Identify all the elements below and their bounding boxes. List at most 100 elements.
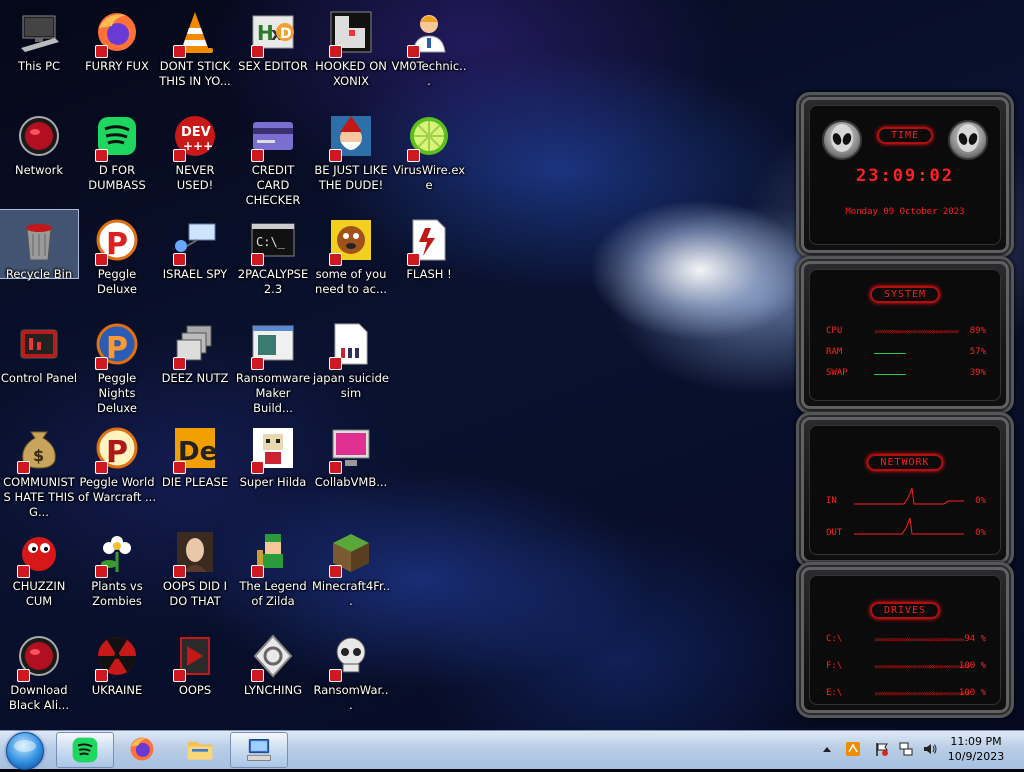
desktop-icon-die-please[interactable]: De DIE PLEASE bbox=[156, 418, 234, 490]
desktop-icon-label: 2PACALYPSE 2.3 bbox=[237, 267, 309, 296]
network-out-label: OUT bbox=[826, 528, 843, 538]
desktop-icon-lynching[interactable]: LYNCHING bbox=[234, 626, 312, 698]
action-center-flag-icon[interactable] bbox=[874, 741, 890, 757]
desktop-icon-minecraft4fr[interactable]: Minecraft4Fr... bbox=[312, 522, 390, 609]
desktop-icon-super-hilda[interactable]: Super Hilda bbox=[234, 418, 312, 490]
shortcut-arrow-icon bbox=[251, 45, 264, 58]
shortcut-arrow-icon bbox=[329, 669, 342, 682]
desktop-icon-label: BE JUST LIKE THE DUDE! bbox=[314, 163, 388, 192]
shortcut-arrow-icon bbox=[95, 253, 108, 266]
system-label: SWAP bbox=[826, 368, 848, 378]
desktop-icon-recycle-bin[interactable]: Recycle Bin bbox=[0, 209, 79, 281]
vm-taskbar-button[interactable] bbox=[230, 732, 288, 768]
chuzzle-red-icon bbox=[15, 528, 63, 578]
pixel-character-icon bbox=[249, 424, 297, 474]
system-label: CPU bbox=[826, 326, 843, 336]
desktop-icon-label: CHUZZIN CUM bbox=[12, 579, 66, 608]
start-button[interactable] bbox=[6, 732, 44, 770]
desktop-icon-label: Peggle World of Warcraft ... bbox=[78, 475, 156, 504]
money-bag-icon: $ bbox=[15, 424, 63, 474]
file-explorer-taskbar-button[interactable] bbox=[172, 732, 228, 766]
desktop-icon-collabvmb[interactable]: CollabVMB... bbox=[312, 418, 390, 490]
this-pc-icon bbox=[15, 8, 63, 56]
desktop-icon-furry-fux[interactable]: FURRY FUX bbox=[78, 2, 156, 74]
desktop-icon-peggle-deluxe[interactable]: P Peggle Deluxe bbox=[78, 210, 156, 297]
credit-card-icon bbox=[249, 112, 297, 162]
desktop-icon-label: Super Hilda bbox=[239, 475, 307, 489]
drives-panel-title: DRIVES bbox=[869, 602, 941, 619]
shortcut-arrow-icon bbox=[17, 669, 30, 682]
drive-row: C:\ »»»»»»»»»»»»»»»»»»»»»»»»»»»»»»»»»»»»»… bbox=[826, 634, 986, 648]
shortcut-arrow-icon bbox=[173, 149, 186, 162]
desktop-icon-download-black-ali[interactable]: Download Black Ali... bbox=[0, 626, 78, 713]
desktop-icon-some-of-you-need-to-ac[interactable]: some of you need to ac... bbox=[312, 210, 390, 297]
desktop-icon-be-just-like-the-dude[interactable]: BE JUST LIKE THE DUDE! bbox=[312, 106, 390, 193]
desktop-icon-japan-suicide-sim[interactable]: japan suicide sim bbox=[312, 314, 390, 401]
desktop-icon-flash[interactable]: FLASH ! bbox=[390, 210, 468, 282]
desktop-icon-label: SEX EDITOR bbox=[238, 59, 308, 73]
control-panel-icon bbox=[15, 320, 63, 368]
system-value: 39% bbox=[969, 368, 986, 378]
shortcut-arrow-icon bbox=[329, 45, 342, 58]
desktop-icon-2pacalypse-2-3[interactable]: C:\_ 2PACALYPSE 2.3 bbox=[234, 210, 312, 297]
desktop-icon-vm0technic[interactable]: VM0Technic... bbox=[390, 2, 468, 89]
svg-text:$: $ bbox=[33, 446, 44, 465]
desktop-icon-label: Peggle Deluxe bbox=[97, 267, 137, 296]
firefox-taskbar-button[interactable] bbox=[114, 732, 170, 766]
desktop-icon-hooked-on-xonix[interactable]: HOOKED ON XONIX bbox=[312, 2, 390, 89]
taskbar-clock[interactable]: 11:09 PM 10/9/2023 bbox=[936, 734, 1016, 764]
desktop-icon-communists-hate-this-g[interactable]: $ COMMUNISTS HATE THIS G... bbox=[0, 418, 78, 520]
desktop-icon-oops-did-i-do-that[interactable]: OOPS DID I DO THAT bbox=[156, 522, 234, 609]
desktop-icon-deez-nutz[interactable]: DEEZ NUTZ bbox=[156, 314, 234, 386]
shortcut-arrow-icon bbox=[17, 565, 30, 578]
desktop-icon-this-pc[interactable]: This PC bbox=[0, 2, 78, 74]
desktop-icon-ukraine[interactable]: UKRAINE bbox=[78, 626, 156, 698]
app-tray-icon[interactable] bbox=[845, 741, 861, 757]
desktop-icon-oops[interactable]: OOPS bbox=[156, 626, 234, 698]
drive-value: 100 % bbox=[958, 661, 986, 671]
spotify-taskbar-button[interactable] bbox=[56, 732, 114, 768]
desktop-icon-label: VirusWire.exe bbox=[392, 163, 465, 192]
desktop-icon-label: Network bbox=[14, 163, 64, 177]
desktop-icon-label: D FOR DUMBASS bbox=[88, 163, 146, 192]
desktop-icon-label: DONT STICK THIS IN YO... bbox=[159, 59, 231, 88]
network-tray-icon[interactable] bbox=[898, 741, 914, 757]
desktop-icon-viruswire-exe[interactable]: VirusWire.exe bbox=[390, 106, 468, 193]
desktop-icon-d-for-dumbass[interactable]: D FOR DUMBASS bbox=[78, 106, 156, 193]
widget-time-panel: TIME 23:09:02 Monday 09 October 2023 bbox=[796, 92, 1014, 258]
desktop-icon-dont-stick-this-in-yo[interactable]: DONT STICK THIS IN YO... bbox=[156, 2, 234, 89]
network-out-value: 0% bbox=[975, 528, 986, 538]
network-out-graph bbox=[854, 517, 964, 535]
system-value: 89% bbox=[969, 326, 986, 336]
shortcut-arrow-icon bbox=[173, 357, 186, 370]
desktop-icon-israel-spy[interactable]: ISRAEL SPY bbox=[156, 210, 234, 282]
widget-date: Monday 09 October 2023 bbox=[845, 207, 965, 217]
computer-keyboard-icon bbox=[247, 738, 271, 762]
document-icon bbox=[327, 320, 375, 370]
desktop-icon-the-legend-of-zilda[interactable]: The Legend of Zilda bbox=[234, 522, 312, 609]
shortcut-arrow-icon bbox=[329, 253, 342, 266]
desktop-icon-never-used[interactable]: DEV +++ NEVER USED! bbox=[156, 106, 234, 193]
desktop-icon-label: CollabVMB... bbox=[314, 475, 388, 489]
peggle-wow-icon: P bbox=[93, 424, 141, 474]
desktop-icon-ransomware-maker-build[interactable]: Ransomware Maker Build... bbox=[234, 314, 312, 416]
show-hidden-icons-arrow[interactable] bbox=[822, 742, 832, 758]
network-computer-icon bbox=[171, 216, 219, 266]
firefox-icon bbox=[93, 8, 141, 58]
desktop-icon-peggle-nights-deluxe[interactable]: P Peggle Nights Deluxe bbox=[78, 314, 156, 416]
desktop-icon-network[interactable]: Network bbox=[0, 106, 78, 178]
desktop-icon-chuzzin-cum[interactable]: CHUZZIN CUM bbox=[0, 522, 78, 609]
desktop-icon-credit-card-checker[interactable]: CREDIT CARD CHECKER bbox=[234, 106, 312, 208]
desktop-icon-plants-vs-zombies[interactable]: Plants vs Zombies bbox=[78, 522, 156, 609]
widget-network-panel: NETWORK IN 0% OUT 0% bbox=[796, 412, 1014, 568]
desktop-icon-ransomwar[interactable]: RansomWar... bbox=[312, 626, 390, 713]
widget-drives-panel: DRIVES C:\ »»»»»»»»»»»»»»»»»»»»»»»»»»»»»»… bbox=[796, 562, 1014, 718]
drive-row: F:\ »»»»»»»»»»»»»»»»»»»»»»»»»»»»»»»»»»»»»… bbox=[826, 661, 986, 675]
desktop-icon-label: LYNCHING bbox=[243, 683, 303, 697]
desktop-icon-control-panel[interactable]: Control Panel bbox=[0, 314, 78, 386]
pixel-hero-icon bbox=[249, 528, 297, 578]
system-usage-bar: »»»»»»»»»»»»»»»»»»»»»»»»»»»»»»»»»»»»»»»» bbox=[874, 327, 959, 336]
desktop-icon-sex-editor[interactable]: HxDSEX EDITOR bbox=[234, 2, 312, 74]
stacked-windows-icon bbox=[171, 320, 219, 370]
desktop-icon-peggle-world-of-warcraft[interactable]: P Peggle World of Warcraft ... bbox=[78, 418, 156, 505]
